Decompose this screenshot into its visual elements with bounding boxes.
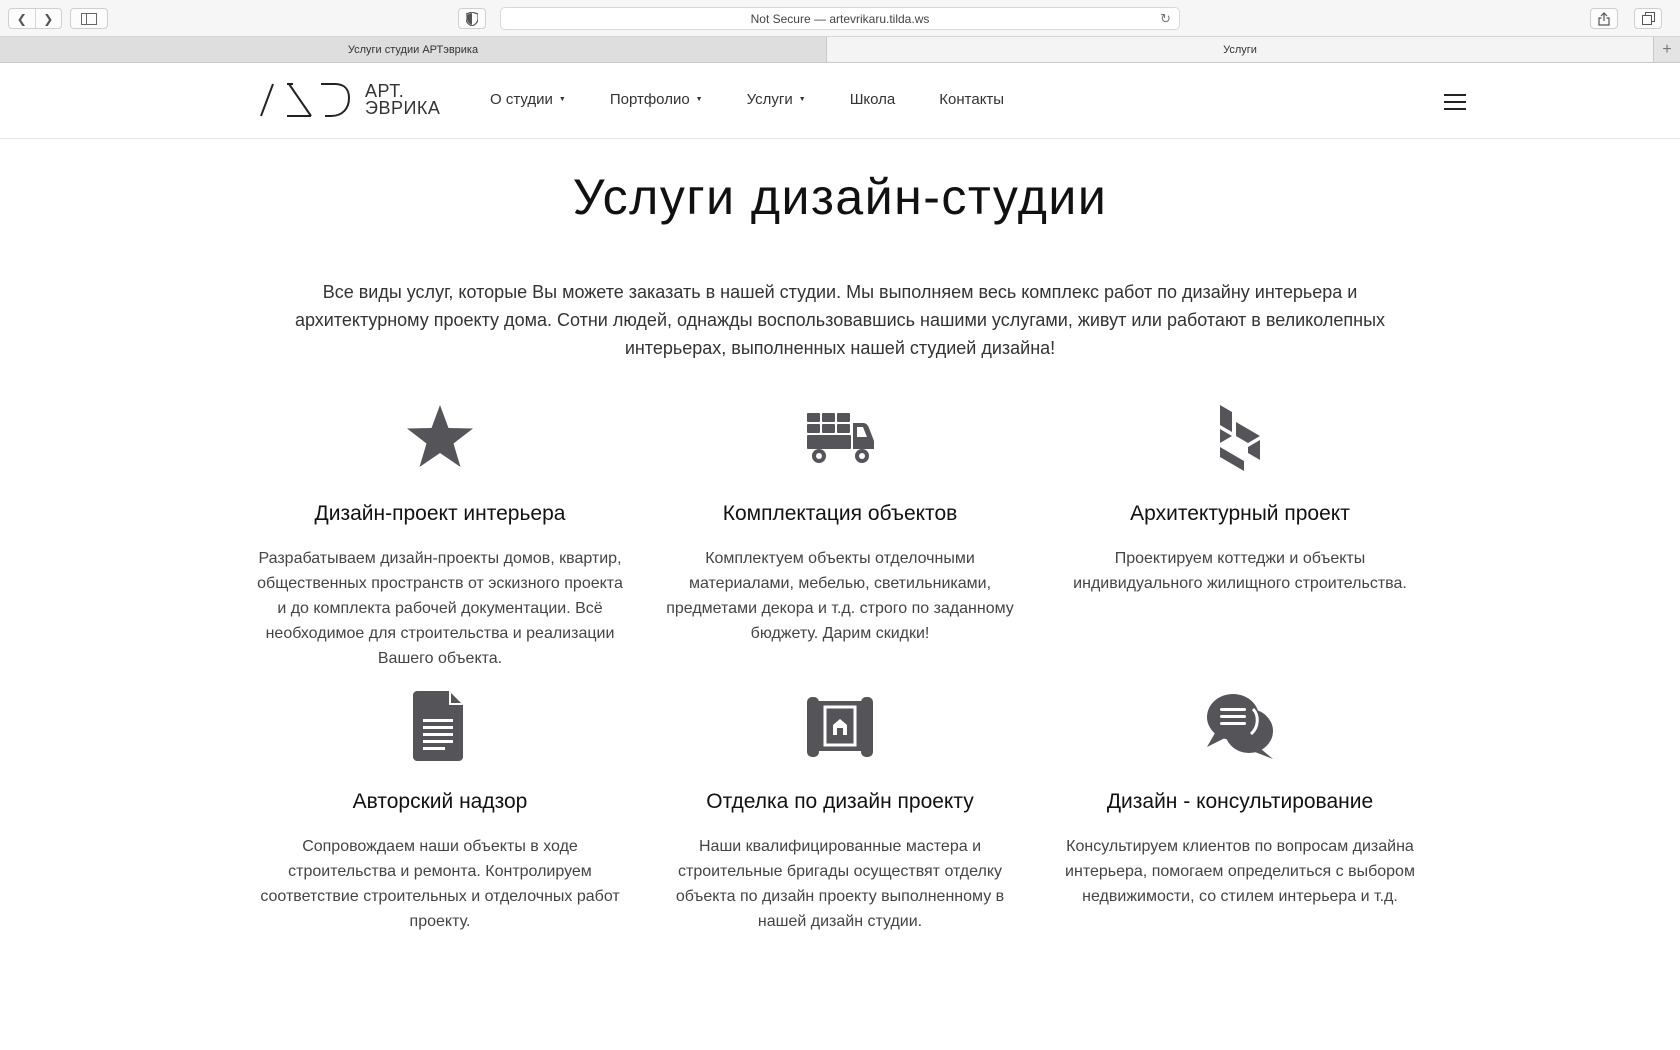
- menu-label: О студии: [490, 91, 553, 108]
- service-title: Архитектурный проект: [1130, 502, 1350, 525]
- share-icon: [1598, 11, 1610, 26]
- houzz-icon: [1040, 402, 1440, 474]
- service-title: Дизайн - консультирование: [1106, 790, 1374, 813]
- sidebar-toggle-button[interactable]: [70, 8, 108, 29]
- service-description: Проектируем коттеджи и объекты индивидуа…: [1073, 550, 1407, 592]
- service-description: Разрабатываем дизайн-проекты домов, квар…: [257, 550, 623, 667]
- tab-bar: Услуги студии АРТэврика Услуги +: [0, 37, 1680, 63]
- site-header: АРТ. ЭВРИКА О студии ▼ Портфолио ▼ Услуги ▼…: [0, 63, 1680, 139]
- menu-item-school[interactable]: Школа: [850, 91, 896, 108]
- service-card-interior-design: Дизайн-проект интерьера Разрабатываем ди…: [240, 398, 640, 686]
- show-tabs-button[interactable]: [1634, 8, 1662, 29]
- shield-icon: [466, 11, 478, 26]
- delivery-truck-icon: [640, 402, 1040, 474]
- service-title: Авторский надзор: [352, 790, 528, 813]
- navigation-buttons: ❮ ❯: [8, 8, 62, 29]
- browser-toolbar: ❮ ❯ Not Secure — artevrikaru.tilda.ws ↻: [0, 0, 1680, 37]
- menu-label: Школа: [849, 91, 896, 108]
- plus-icon: +: [1662, 40, 1672, 58]
- sidebar-icon: [81, 12, 97, 25]
- service-title: Комплектация объектов: [722, 502, 958, 525]
- service-description: Консультируем клиентов по вопросам дизай…: [1065, 838, 1415, 905]
- service-title: Дизайн-проект интерьера: [314, 502, 566, 525]
- menu-label: Услуги: [746, 91, 793, 108]
- page-title: Услуги дизайн-студии: [572, 169, 1108, 225]
- tab-studio-services[interactable]: Услуги студии АРТэврика: [0, 37, 827, 62]
- intro-text: Все виды услуг, которые Вы можете заказа…: [294, 282, 1386, 358]
- service-description: Сопровождаем наши объекты в ходе строите…: [260, 838, 620, 930]
- caret-down-icon: ▼: [798, 96, 806, 103]
- logo-line2: ЭВРИКА: [365, 98, 441, 118]
- menu-label: Портфолио: [609, 91, 690, 108]
- back-icon[interactable]: ❮: [9, 9, 35, 28]
- caret-down-icon: ▼: [558, 96, 566, 103]
- star-icon: [240, 402, 640, 474]
- menu-item-about[interactable]: О студии ▼: [490, 91, 566, 108]
- logo[interactable]: АРТ. ЭВРИКА: [259, 82, 440, 118]
- logo-mark-icon: [260, 83, 351, 117]
- address-bar[interactable]: Not Secure — artevrikaru.tilda.ws ↻: [500, 7, 1180, 30]
- service-description: Комплектуем объекты отделочными материал…: [666, 550, 1014, 642]
- service-description: Наши квалифицированные мастера и строите…: [675, 838, 1005, 930]
- chat-bubbles-icon: [1040, 690, 1440, 762]
- tab-services[interactable]: Услуги: [827, 37, 1654, 62]
- document-icon: [240, 690, 640, 762]
- tabs-overview-icon: [1641, 12, 1655, 25]
- logo-text: АРТ. ЭВРИКА: [365, 82, 441, 118]
- privacy-button[interactable]: [458, 8, 486, 29]
- hamburger-menu-icon[interactable]: [1444, 94, 1466, 110]
- address-text: Not Secure — artevrikaru.tilda.ws: [750, 11, 930, 26]
- menu-item-services[interactable]: Услуги ▼: [747, 91, 806, 108]
- caret-down-icon: ▼: [695, 96, 703, 103]
- service-card-supervision: Авторский надзор Сопровождаем наши объек…: [240, 686, 640, 966]
- service-card-equipment: Комплектация объектов Комплектуем объект…: [640, 398, 1040, 686]
- menu-item-contacts[interactable]: Контакты: [939, 91, 1004, 108]
- menu-item-portfolio[interactable]: Портфолио ▼: [610, 91, 703, 108]
- service-title: Отделка по дизайн проекту: [706, 790, 974, 813]
- new-tab-button[interactable]: +: [1654, 37, 1680, 62]
- share-button[interactable]: [1590, 8, 1618, 29]
- service-card-finishing: Отделка по дизайн проекту Наши квалифици…: [640, 686, 1040, 966]
- main-menu: О студии ▼ Портфолио ▼ Услуги ▼ Школа Конта…: [490, 91, 1048, 108]
- menu-label: Контакты: [939, 91, 1005, 108]
- blueprint-icon: [640, 690, 1040, 762]
- service-card-architecture: Архитектурный проект Проектируем коттедж…: [1040, 398, 1440, 686]
- forward-icon[interactable]: ❯: [34, 9, 62, 28]
- services-grid: Дизайн-проект интерьера Разрабатываем ди…: [240, 398, 1440, 966]
- service-card-consulting: Дизайн - консультирование Консультируем …: [1040, 686, 1440, 966]
- reload-icon[interactable]: ↻: [1160, 11, 1171, 27]
